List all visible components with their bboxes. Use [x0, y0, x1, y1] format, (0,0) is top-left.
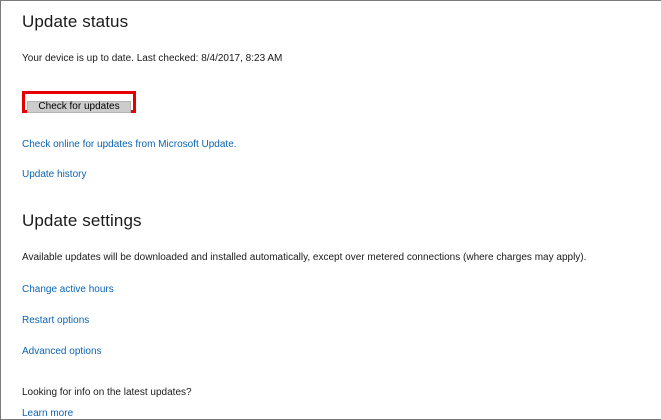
- update-history-link[interactable]: Update history: [22, 169, 86, 180]
- learn-more-link[interactable]: Learn more: [22, 408, 73, 419]
- update-status-heading: Update status: [22, 12, 129, 31]
- change-active-hours-link[interactable]: Change active hours: [22, 284, 114, 295]
- advanced-options-link[interactable]: Advanced options: [22, 346, 102, 357]
- update-settings-panel: Update status Your device is up to date.…: [0, 0, 661, 420]
- latest-updates-question: Looking for info on the latest updates?: [22, 387, 192, 398]
- restart-options-link[interactable]: Restart options: [22, 315, 89, 326]
- check-for-updates-button[interactable]: Check for updates: [27, 101, 131, 113]
- update-status-text: Your device is up to date. Last checked:…: [22, 53, 283, 64]
- check-online-updates-link[interactable]: Check online for updates from Microsoft …: [22, 139, 237, 150]
- update-settings-heading: Update settings: [22, 211, 142, 230]
- check-for-updates-highlight: Check for updates: [22, 91, 136, 113]
- update-settings-description: Available updates will be downloaded and…: [22, 252, 587, 263]
